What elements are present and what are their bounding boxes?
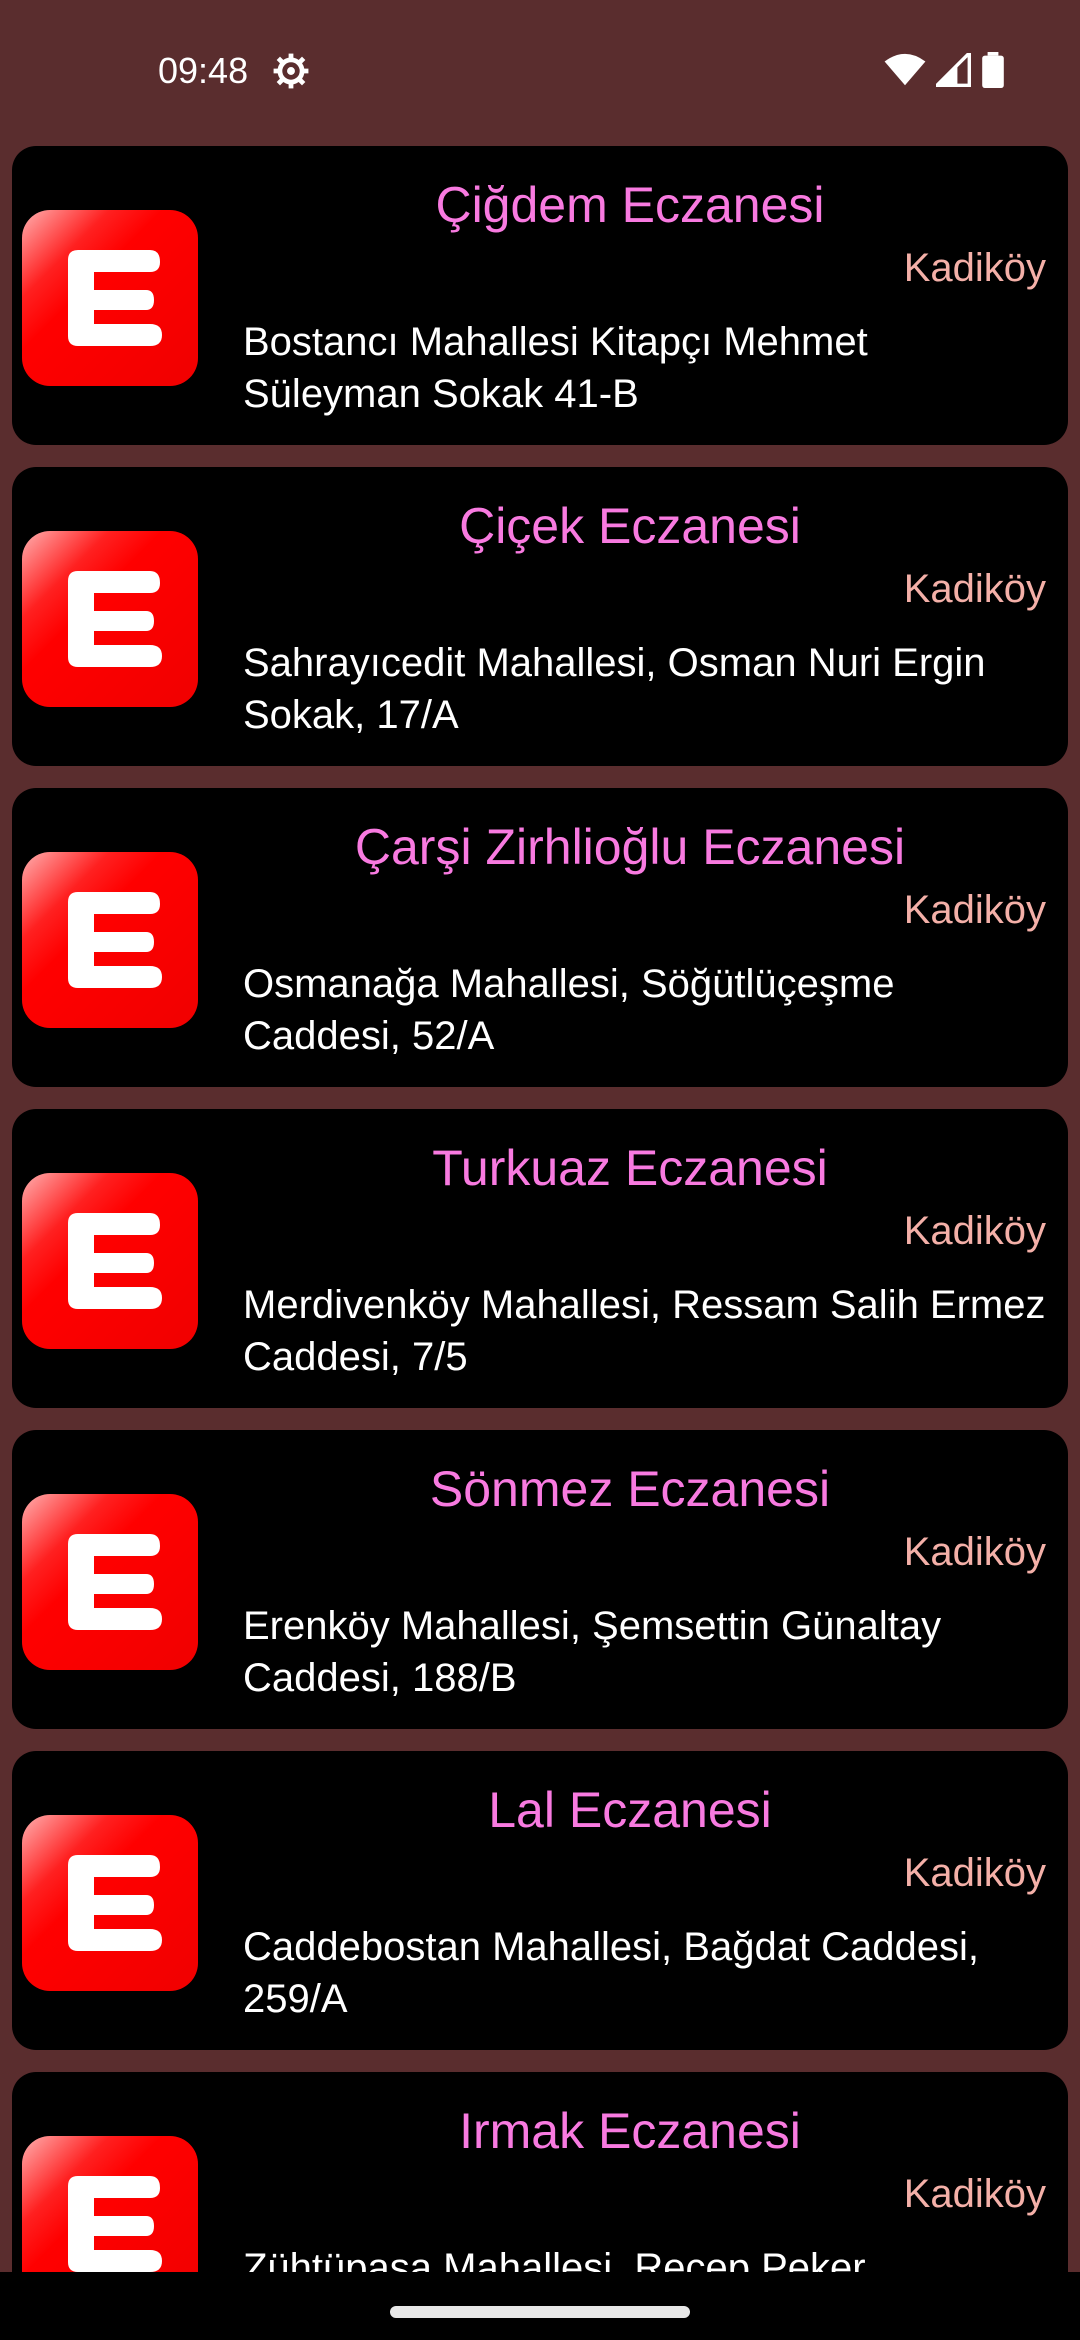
- pharmacy-card[interactable]: Turkuaz Eczanesi Kadiköy Merdivenköy Mah…: [12, 1109, 1068, 1408]
- pharmacy-address: Sahrayıcedit Mahallesi, Osman Nuri Ergin…: [243, 641, 986, 737]
- pharmacy-card[interactable]: Çiçek Eczanesi Kadiköy Sahrayıcedit Maha…: [12, 467, 1068, 766]
- pharmacy-address: Bostancı Mahallesi Kitapçı Mehmet Süleym…: [243, 320, 868, 416]
- pharmacy-address: Caddebostan Mahallesi, Bağdat Caddesi, 2…: [243, 1925, 980, 2021]
- pharmacy-district: Kadiköy: [903, 888, 1046, 932]
- pharmacy-name: Lal Eczanesi: [488, 1782, 772, 1838]
- pharmacy-district: Kadiköy: [903, 1851, 1046, 1895]
- pharmacy-card[interactable]: Lal Eczanesi Kadiköy Caddebostan Mahalle…: [12, 1751, 1068, 2050]
- pharmacy-district: Kadiköy: [903, 246, 1046, 290]
- gear-icon: [273, 53, 309, 89]
- pharmacy-list[interactable]: Çiğdem Eczanesi Kadiköy Bostancı Mahalle…: [12, 146, 1068, 2272]
- pharmacy-address: Erenköy Mahallesi, Şemsettin Günaltay Ca…: [243, 1604, 942, 1700]
- navigation-bar: [0, 2272, 1080, 2340]
- pharmacy-district: Kadiköy: [903, 1530, 1046, 1574]
- pharmacy-card[interactable]: Çarşi Zirhlioğlu Eczanesi Kadiköy Osmana…: [12, 788, 1068, 1087]
- pharmacy-name: Çiğdem Eczanesi: [435, 177, 825, 233]
- pharmacy-e-icon: [22, 852, 198, 1028]
- pharmacy-district: Kadiköy: [903, 567, 1046, 611]
- pharmacy-district: Kadiköy: [903, 2172, 1046, 2216]
- pharmacy-e-icon: [22, 1173, 198, 1349]
- pharmacy-name: Turkuaz Eczanesi: [432, 1140, 828, 1196]
- pharmacy-card[interactable]: Sönmez Eczanesi Kadiköy Erenköy Mahalles…: [12, 1430, 1068, 1729]
- cell-signal-icon: [936, 53, 971, 87]
- pharmacy-card[interactable]: Irmak Eczanesi Kadiköy Zühtüpaşa Mahalle…: [12, 2072, 1068, 2272]
- pharmacy-name: Çiçek Eczanesi: [459, 498, 801, 554]
- pharmacy-card[interactable]: Çiğdem Eczanesi Kadiköy Bostancı Mahalle…: [12, 146, 1068, 445]
- pharmacy-district: Kadiköy: [903, 1209, 1046, 1253]
- home-handle[interactable]: [390, 2306, 690, 2318]
- pharmacy-e-icon: [22, 2136, 198, 2272]
- pharmacy-name: Irmak Eczanesi: [459, 2103, 801, 2159]
- status-time: 09:48: [158, 50, 249, 91]
- pharmacy-e-icon: [22, 1494, 198, 1670]
- wifi-icon: [884, 53, 926, 86]
- pharmacy-e-icon: [22, 210, 198, 386]
- pharmacy-address: Zühtüpaşa Mahallesi, Recep Peker: [243, 2246, 866, 2272]
- pharmacy-name: Sönmez Eczanesi: [429, 1461, 831, 1517]
- pharmacy-e-icon: [22, 1815, 198, 1991]
- pharmacy-address: Merdivenköy Mahallesi, Ressam Salih Erme…: [243, 1283, 1046, 1379]
- battery-icon: [982, 52, 1004, 88]
- pharmacy-name: Çarşi Zirhlioğlu Eczanesi: [354, 819, 906, 875]
- status-bar: 09:48: [0, 0, 1080, 140]
- pharmacy-address: Osmanağa Mahallesi, Söğütlüçeşme Caddesi…: [243, 962, 895, 1058]
- pharmacy-e-icon: [22, 531, 198, 707]
